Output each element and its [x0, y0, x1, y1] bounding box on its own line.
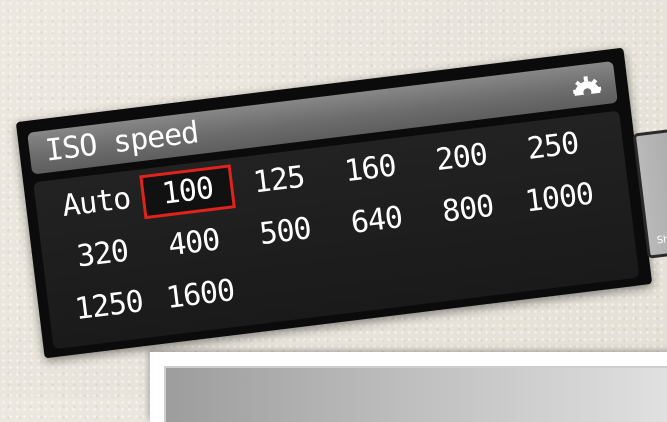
- iso-option-1250[interactable]: 1250: [61, 279, 158, 334]
- iso-option-200[interactable]: 200: [413, 131, 510, 186]
- iso-option-auto[interactable]: Auto: [48, 176, 145, 231]
- photo-frame: [150, 352, 667, 422]
- iso-option-320[interactable]: 320: [54, 227, 151, 282]
- iso-option-1000[interactable]: 1000: [511, 171, 608, 226]
- iso-option-500[interactable]: 500: [237, 205, 334, 260]
- iso-option-640[interactable]: 640: [328, 194, 425, 249]
- photo-image: [164, 366, 667, 422]
- iso-option-250[interactable]: 250: [504, 119, 601, 174]
- iso-option-160[interactable]: 160: [322, 142, 419, 197]
- iso-option-1600[interactable]: 1600: [152, 268, 249, 323]
- gear-icon[interactable]: [570, 69, 603, 102]
- side-device-label: Sh: [656, 234, 667, 247]
- iso-speed-menu: ISO speed Auto 100 125 160 200 250 320 4…: [15, 47, 653, 359]
- iso-option-800[interactable]: 800: [419, 182, 516, 237]
- iso-option-125[interactable]: 125: [231, 153, 328, 208]
- menu-title: ISO speed: [43, 115, 201, 169]
- iso-option-400[interactable]: 400: [146, 216, 243, 271]
- iso-option-100[interactable]: 100: [139, 164, 236, 220]
